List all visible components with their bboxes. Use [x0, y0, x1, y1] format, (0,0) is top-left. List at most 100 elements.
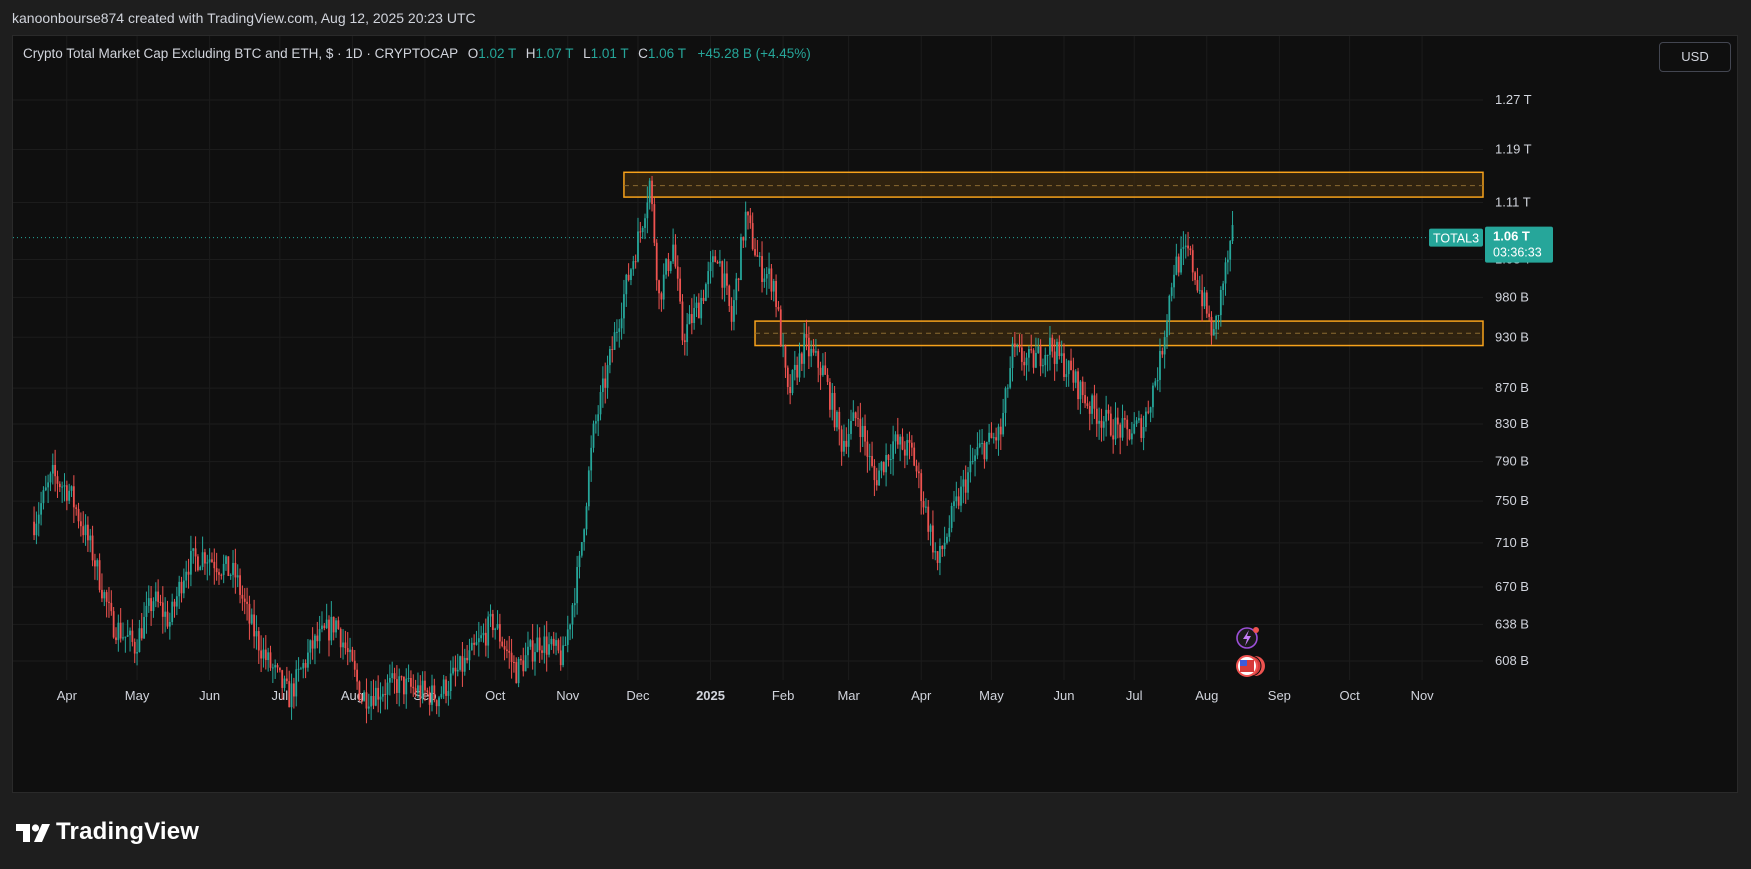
x-tick-label-7: Nov	[556, 688, 580, 703]
candle-body	[559, 650, 562, 666]
candle-body	[545, 636, 548, 655]
candle-body	[300, 668, 302, 670]
candle-body	[112, 611, 115, 638]
candle-body	[487, 616, 490, 646]
candle-body	[506, 649, 508, 651]
price-tag-value: 1.06 T	[1493, 229, 1530, 244]
candle-body	[793, 364, 796, 370]
candle-body	[192, 548, 195, 551]
candle-body	[503, 646, 506, 650]
x-tick-label-1: May	[125, 688, 150, 703]
price-chart[interactable]: 1.27 T1.19 T1.11 T1.03 T980 B930 B870 B8…	[13, 36, 1737, 792]
currency-selector-button[interactable]: USD	[1659, 42, 1731, 72]
candle-body	[377, 687, 380, 700]
candle-body	[704, 284, 707, 301]
candle-body	[1163, 337, 1166, 355]
candle-body	[543, 636, 546, 653]
candle-body	[68, 490, 71, 501]
candle-body	[660, 293, 663, 300]
candle-body	[819, 367, 822, 376]
candle-body	[948, 527, 951, 537]
candle-body	[889, 459, 892, 461]
candle-body	[847, 433, 850, 447]
candle-body	[1030, 349, 1033, 351]
candle-body	[550, 638, 553, 645]
candle-body	[414, 688, 417, 694]
candle-body	[665, 259, 667, 275]
candle-body	[985, 441, 988, 460]
candle-body	[442, 679, 445, 694]
candle-body	[868, 456, 871, 458]
candle-body	[1149, 407, 1152, 413]
candle-body	[1205, 292, 1208, 314]
candle-body	[463, 657, 466, 672]
candle-body	[475, 642, 478, 645]
candle-body	[594, 421, 597, 424]
candle-body	[199, 566, 202, 571]
candle-body	[91, 535, 94, 561]
candle-body	[1203, 292, 1206, 307]
candle-body	[681, 301, 684, 341]
candle-body	[929, 525, 932, 532]
candle-body	[194, 548, 197, 557]
y-tick-label-9: 750 B	[1495, 493, 1529, 508]
candle-body	[185, 571, 188, 581]
candle-body	[49, 473, 52, 483]
candle-body	[852, 412, 855, 421]
candle-body	[257, 631, 260, 651]
candle-body	[939, 545, 941, 563]
chart-panel[interactable]: Crypto Total Market Cap Excluding BTC an…	[12, 35, 1738, 793]
candle-body	[1074, 371, 1077, 383]
candle-body	[147, 598, 150, 606]
candle-body	[119, 622, 122, 639]
candle-body	[702, 298, 705, 301]
candle-body	[108, 601, 110, 603]
candle-body	[728, 285, 731, 306]
candle-body	[239, 575, 241, 595]
candle-body	[1039, 346, 1042, 367]
candle-body	[807, 337, 810, 357]
candle-body	[466, 657, 469, 661]
candle-body	[791, 369, 794, 394]
candle-body	[955, 496, 958, 502]
candle-body	[513, 662, 515, 664]
candle-body	[131, 630, 134, 642]
candle-body	[578, 555, 581, 568]
candle-body	[292, 683, 295, 697]
candle-body	[360, 699, 363, 701]
candle-body	[608, 349, 611, 366]
candle-body	[129, 630, 131, 636]
candle-body	[374, 687, 377, 706]
candle-body	[648, 180, 651, 203]
candle-body	[405, 678, 408, 695]
candle-body	[417, 685, 419, 694]
candle-body	[623, 294, 625, 319]
candle-body	[1222, 283, 1225, 291]
candle-body	[428, 691, 431, 705]
candle-body	[936, 551, 939, 563]
candle-body	[992, 437, 995, 439]
candle-body	[1053, 351, 1056, 364]
x-tick-label-3: Jul	[272, 688, 289, 703]
candle-body	[358, 681, 361, 700]
candle-body	[646, 202, 649, 219]
candle-body	[1170, 287, 1173, 296]
x-tick-label-6: Oct	[485, 688, 506, 703]
candle-body	[882, 462, 885, 473]
candle-body	[655, 242, 658, 281]
candle-body	[122, 637, 124, 639]
candle-body	[833, 392, 836, 428]
candle-body	[63, 485, 66, 487]
candle-body	[641, 227, 644, 233]
candle-body	[381, 693, 384, 697]
candle-body	[94, 560, 96, 567]
candle-body	[779, 309, 782, 347]
candle-body	[910, 442, 913, 448]
candle-body	[941, 545, 944, 550]
candle-body	[70, 486, 73, 491]
candle-body	[885, 455, 888, 473]
candle-body	[564, 644, 567, 646]
candle-body	[182, 580, 185, 594]
chart-credit: kanoonbourse874 created with TradingView…	[12, 10, 476, 26]
x-tick-label-17: Sep	[1268, 688, 1291, 703]
